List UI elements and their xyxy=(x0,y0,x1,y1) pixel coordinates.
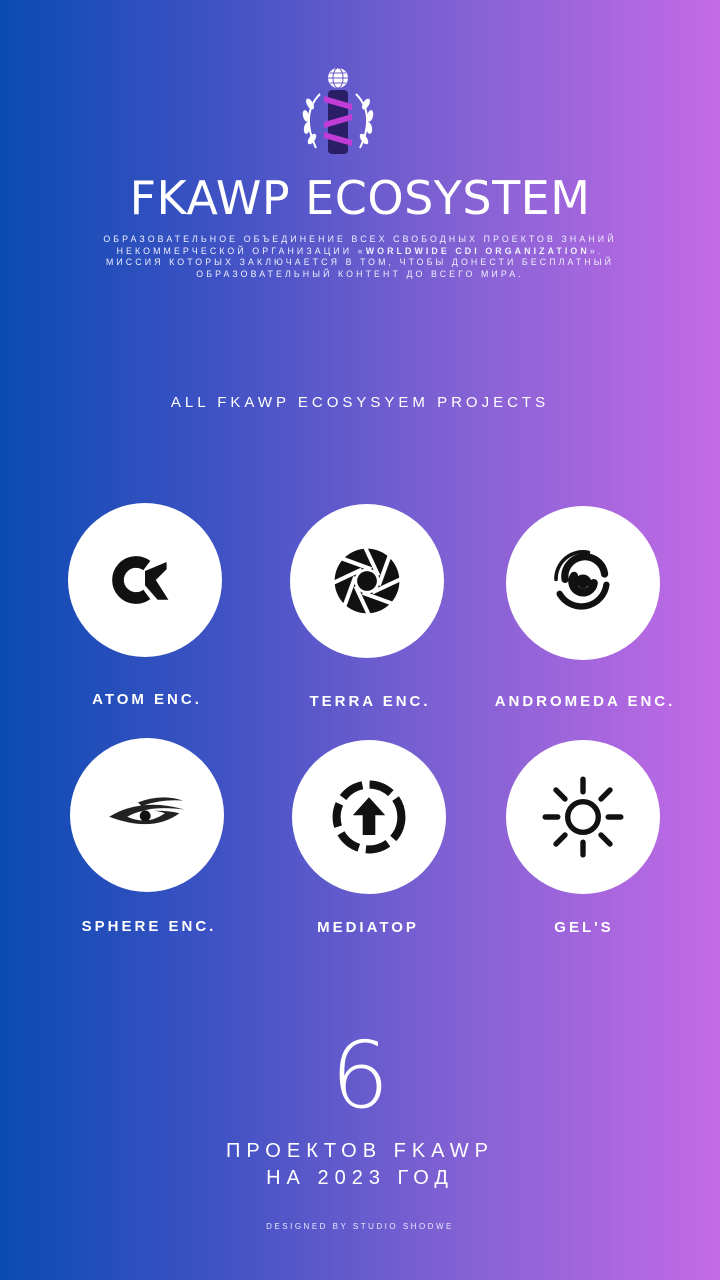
project-gels-label[interactable]: GEL'S xyxy=(464,919,704,936)
count-label-line2: НА 2023 ГОД xyxy=(266,1167,454,1189)
project-atom-label[interactable]: ATOM ENC. xyxy=(27,691,267,708)
project-mediatop-circle[interactable] xyxy=(292,740,446,894)
project-atom-circle[interactable] xyxy=(68,503,222,657)
project-gels-circle[interactable] xyxy=(506,740,660,894)
galaxy-spiral-icon xyxy=(554,550,610,610)
page-title: FKAWP ECOSYSTEM xyxy=(129,171,591,225)
count-label-line1: ПРОЕКТОВ FKAWP xyxy=(226,1140,494,1162)
project-sphere-label[interactable]: SPHERE ENC. xyxy=(29,918,269,935)
upload-circle-icon xyxy=(332,780,406,854)
designer-credit: DESIGNED BY STUDIO SHODWE xyxy=(266,1222,454,1231)
alpha-icon xyxy=(112,556,169,604)
project-terra-circle[interactable] xyxy=(290,504,444,658)
organization-logo xyxy=(290,64,386,160)
project-count: 6 xyxy=(330,1022,390,1129)
project-andromeda-circle[interactable] xyxy=(506,506,660,660)
section-title: ALL FKAWP ECOSYSYEM PROJECTS xyxy=(170,394,550,411)
organization-name: Worldwide CDI Organization xyxy=(365,245,590,256)
aperture-icon xyxy=(329,543,405,619)
sun-icon xyxy=(542,776,624,858)
ecosystem-description: Образовательное объединение всех свободн… xyxy=(100,234,620,280)
eye-icon xyxy=(109,797,185,825)
project-sphere-circle[interactable] xyxy=(70,738,224,892)
project-terra-label[interactable]: TERRA ENC. xyxy=(250,693,490,710)
project-count-label: ПРОЕКТОВ FKAWP НА 2023 ГОД xyxy=(0,1138,720,1192)
project-andromeda-label[interactable]: ANDROMEDA ENC. xyxy=(465,693,705,710)
project-mediatop-label[interactable]: MEDIATOP xyxy=(248,919,488,936)
